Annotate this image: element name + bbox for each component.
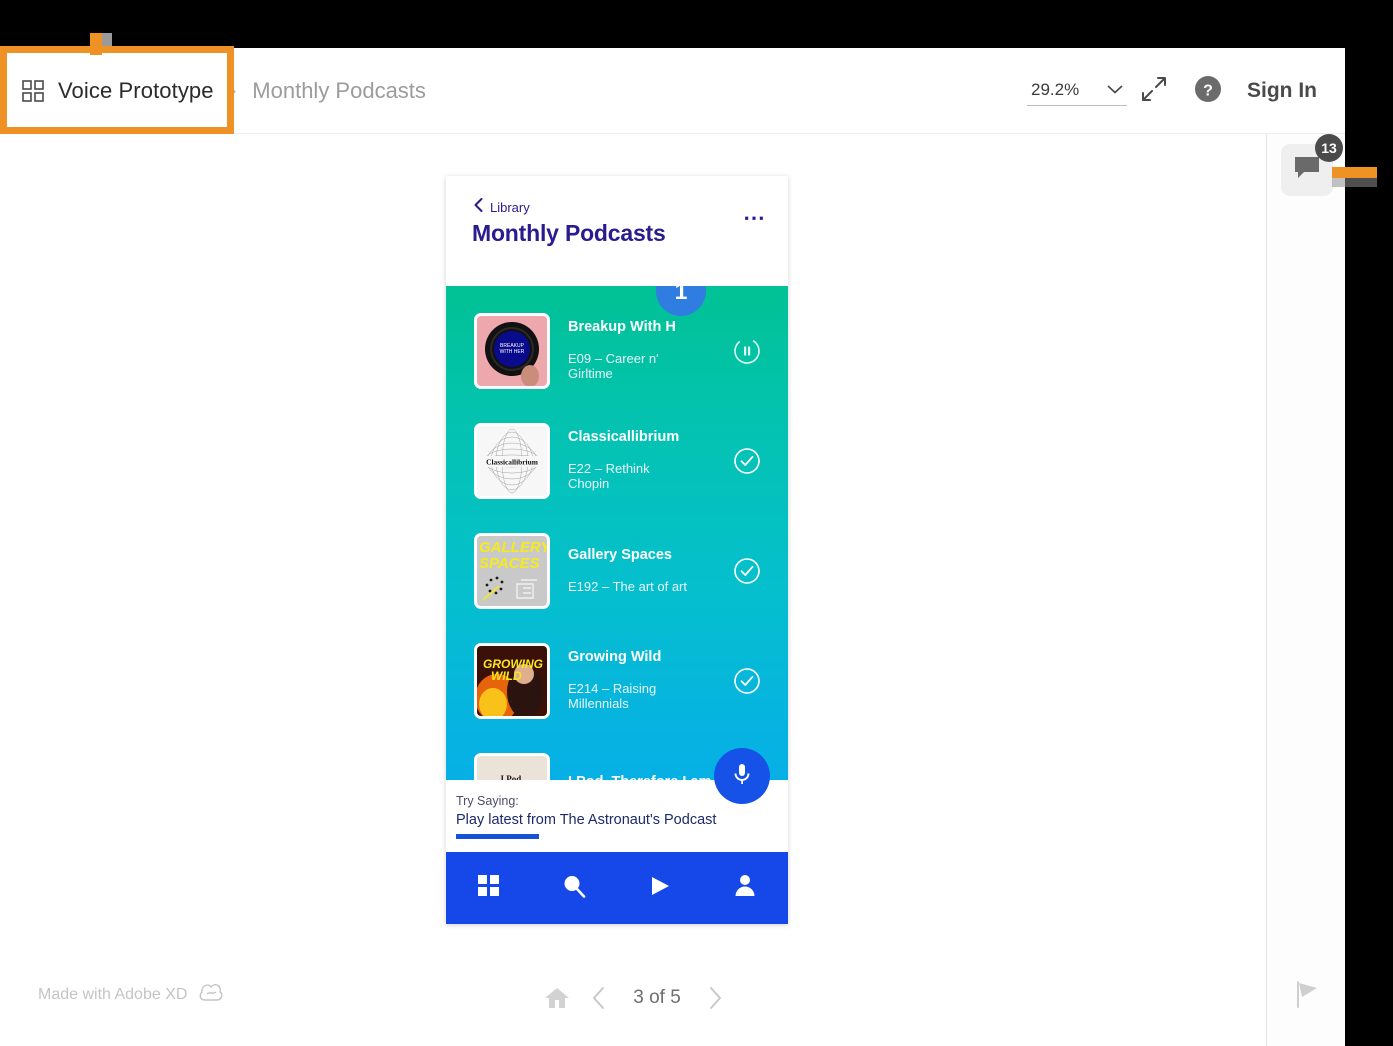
podcast-episode: E192 – The art of art <box>568 578 687 594</box>
play-triangle-icon <box>648 874 672 903</box>
breadcrumb-home-link[interactable]: Voice Prototype <box>58 78 214 104</box>
tab-profile[interactable] <box>703 874 789 903</box>
artboard-pager: 3 of 5 <box>0 986 1266 1010</box>
list-item-text: Growing Wild E214 – Raising Millennials <box>550 650 730 712</box>
breadcrumb-separator: › <box>229 79 237 102</box>
prototype-canvas: Library Monthly Podcasts ⋯ BREAKUP WITH … <box>0 134 1266 1046</box>
comment-count-badge: 13 <box>1315 134 1343 162</box>
viewer-root: Voice Prototype › Monthly Podcasts 29.2% <box>0 0 1393 1046</box>
phone-header: Library Monthly Podcasts ⋯ <box>446 176 788 286</box>
page-indicator: 3 of 5 <box>633 987 681 1008</box>
chevron-right-icon <box>710 987 721 1009</box>
podcast-episode: E22 – Rethink Chopin <box>568 461 650 491</box>
back-label: Library <box>490 200 530 215</box>
previous-artboard-button[interactable] <box>592 987 606 1009</box>
report-flag-button[interactable] <box>1285 974 1329 1018</box>
annotation-stem-shadow <box>102 33 112 53</box>
check-circle-icon[interactable] <box>730 557 764 585</box>
list-item-text: Gallery Spaces E192 – The art of art <box>550 548 730 595</box>
next-artboard-button[interactable] <box>708 987 722 1009</box>
podcast-thumbnail: GALLERY SPACES <box>474 533 550 609</box>
breadcrumb-current: Monthly Podcasts <box>252 78 426 103</box>
home-icon <box>545 988 569 1008</box>
home-button[interactable] <box>544 986 570 1010</box>
voice-suggestion-panel: Try Saying: Play latest from The Astrona… <box>446 748 788 852</box>
podcast-thumbnail: Classicallibrium <box>474 423 550 499</box>
chevron-left-icon <box>593 987 604 1009</box>
podcast-title: Classicallibrium <box>568 430 680 446</box>
try-saying-phrase: Play latest from The Astronaut's Podcast <box>456 812 717 828</box>
podcast-thumbnail: GROWING WILD <box>474 643 550 719</box>
zoom-value: 29.2% <box>1031 79 1080 99</box>
podcast-title: Breakup With H <box>568 320 676 336</box>
chevron-left-icon <box>474 198 483 217</box>
progress-underline <box>456 834 539 839</box>
chevron-down-icon <box>1107 85 1123 94</box>
comments-button[interactable]: 13 <box>1281 134 1343 196</box>
svg-text:?: ? <box>1203 82 1213 99</box>
annotation-stem <box>90 33 102 55</box>
microphone-icon <box>730 760 754 793</box>
podcast-episode: E09 – Career n' Girltime <box>568 351 659 381</box>
breadcrumb: Voice Prototype › Monthly Podcasts <box>22 48 426 134</box>
list-item[interactable]: GALLERY SPACES Gallery Spaces E192 – The… <box>446 516 788 626</box>
podcast-title: Gallery Spaces <box>568 547 672 563</box>
list-item-text: Breakup With H E09 – Career n' Girltime <box>550 320 730 382</box>
list-item[interactable]: BREAKUP WITH HER Breakup With H E09 – Ca… <box>446 296 788 406</box>
check-circle-icon[interactable] <box>730 447 764 475</box>
expand-arrows-icon <box>1140 75 1168 108</box>
grid-squares-icon <box>477 874 500 902</box>
tab-browse[interactable] <box>446 874 532 902</box>
svg-text:SPACES: SPACES <box>479 555 540 572</box>
svg-text:WITH HER: WITH HER <box>500 349 525 355</box>
bottom-tab-bar <box>446 852 788 924</box>
search-icon <box>562 874 586 903</box>
ellipsis-icon[interactable]: ⋯ <box>743 207 766 229</box>
help-button[interactable]: ? <box>1181 64 1235 118</box>
help-circle-icon: ? <box>1193 74 1223 109</box>
svg-text:GALLERY: GALLERY <box>479 539 547 556</box>
phone-artboard: Library Monthly Podcasts ⋯ BREAKUP WITH … <box>446 176 788 924</box>
back-to-library-button[interactable]: Library <box>474 198 530 217</box>
podcast-episode: E214 – Raising Millennials <box>568 681 657 711</box>
right-rail: 13 <box>1266 134 1345 1046</box>
person-icon <box>733 874 757 903</box>
header-controls: 29.2% ? Sign In <box>1027 48 1317 134</box>
tab-play[interactable] <box>617 874 703 903</box>
annotation-pointer-shadow <box>1332 178 1377 187</box>
pause-circle-icon[interactable] <box>730 337 764 365</box>
list-item-text: Classicallibrium E22 – Rethink Chopin <box>550 430 730 492</box>
comment-bubble-icon <box>1293 155 1321 186</box>
fullscreen-button[interactable] <box>1127 64 1181 118</box>
tab-search[interactable] <box>532 874 618 903</box>
flag-icon <box>1294 979 1320 1014</box>
app-header: Voice Prototype › Monthly Podcasts 29.2% <box>0 48 1345 134</box>
list-item[interactable]: Classicallibrium Classicallibrium E22 – … <box>446 406 788 516</box>
zoom-select[interactable]: 29.2% <box>1027 77 1127 106</box>
svg-text:Classicallibrium: Classicallibrium <box>486 458 539 467</box>
list-item[interactable]: GROWING WILD Growing Wild E214 – Raising… <box>446 626 788 736</box>
podcast-title: Growing Wild <box>568 650 662 666</box>
grid-icon[interactable] <box>22 80 44 102</box>
podcast-thumbnail: BREAKUP WITH HER <box>474 313 550 389</box>
try-saying-label: Try Saying: <box>456 794 519 808</box>
check-circle-icon[interactable] <box>730 667 764 695</box>
microphone-button[interactable] <box>714 748 770 804</box>
annotation-pointer-comments <box>1332 167 1377 178</box>
sign-in-button[interactable]: Sign In <box>1247 79 1317 103</box>
svg-text:WILD: WILD <box>491 669 522 683</box>
phone-page-title: Monthly Podcasts <box>472 220 666 246</box>
